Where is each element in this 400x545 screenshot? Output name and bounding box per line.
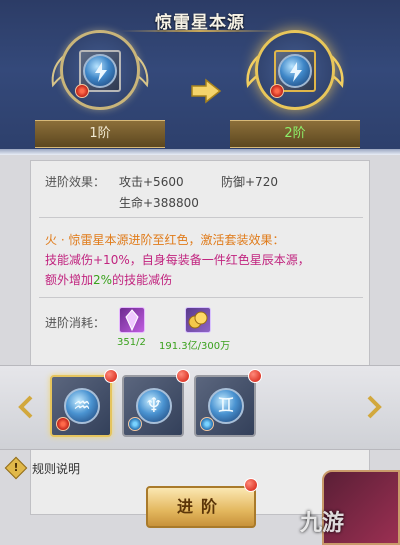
star-slot[interactable]: ♊ [194, 369, 262, 437]
zodiac-gem-icon: ♆ [136, 388, 172, 424]
header: 惊雷星本源 1阶 2阶 [0, 0, 400, 155]
notification-dot [176, 369, 190, 383]
divider [39, 297, 363, 298]
notification-dot [104, 369, 118, 383]
info-box: 进阶效果： 攻击+5600 防御+720 生命+388800 火 · 惊雷星本源… [30, 160, 370, 515]
set-effect-line1: 火 · 惊雷星本源进阶至红色，激活套装效果： [45, 233, 285, 247]
lightning-gem-icon [278, 54, 312, 88]
set-effect-text: 的技能减伤 [112, 273, 173, 287]
set-effect-line3: 额外增加2%的技能减伤 [45, 271, 172, 288]
next-stage-medal: 2阶 [230, 10, 360, 150]
fire-element-icon [75, 84, 89, 98]
star-slot[interactable]: ♆ [122, 369, 190, 437]
stat-hp: 生命+388800 [119, 196, 199, 210]
zodiac-gem-icon: ♒ [64, 388, 100, 424]
rules-info-icon[interactable]: ! [4, 456, 28, 480]
chevron-left-icon[interactable] [18, 395, 34, 419]
stats-label: 进阶效果： [45, 175, 106, 189]
set-effect-value: 2% [93, 273, 113, 287]
star-slot[interactable]: ♒ [50, 369, 118, 437]
advance-button[interactable]: 进阶 [146, 486, 256, 528]
set-effect-line2: 技能减伤+10%，自身每装备一件红色星辰本源， [45, 251, 310, 268]
stage-label-next: 2阶 [230, 120, 360, 148]
chevron-right-icon[interactable] [366, 395, 382, 419]
gold-coins-icon[interactable] [185, 307, 211, 333]
lightning-gem-icon [83, 54, 117, 88]
cost-label: 进阶消耗： [45, 316, 106, 330]
set-effect-highlight: 技能减伤+10% [45, 253, 130, 267]
notification-dot [244, 478, 258, 492]
fire-element-icon [270, 84, 284, 98]
divider [39, 217, 363, 218]
water-element-icon [128, 417, 142, 431]
stat-attack: 攻击+5600 [119, 175, 184, 189]
stat-defense: 防御+720 [221, 175, 278, 189]
purple-crystal-icon[interactable] [119, 307, 145, 333]
current-stage-medal: 1阶 [35, 10, 165, 150]
fire-element-icon [56, 417, 70, 431]
cost-count: 351/2 [117, 337, 146, 348]
advance-panel: 惊雷星本源 1阶 2阶 进阶效果： 攻击+5600 防御+720 生命+3888… [0, 0, 400, 545]
stage-label-current: 1阶 [35, 120, 165, 148]
set-effect-text: 额外增加 [45, 273, 94, 287]
rules-link[interactable]: 规则说明 [32, 460, 80, 477]
cost-count: 191.3亿/300万 [159, 341, 231, 352]
arrow-right-icon [191, 78, 222, 104]
water-element-icon [200, 417, 214, 431]
zodiac-gem-icon: ♊ [208, 388, 244, 424]
set-effect-text: ，自身每装备一件红色星辰本源， [129, 253, 310, 267]
notification-dot [248, 369, 262, 383]
watermark-logo: 九游 [300, 511, 345, 536]
